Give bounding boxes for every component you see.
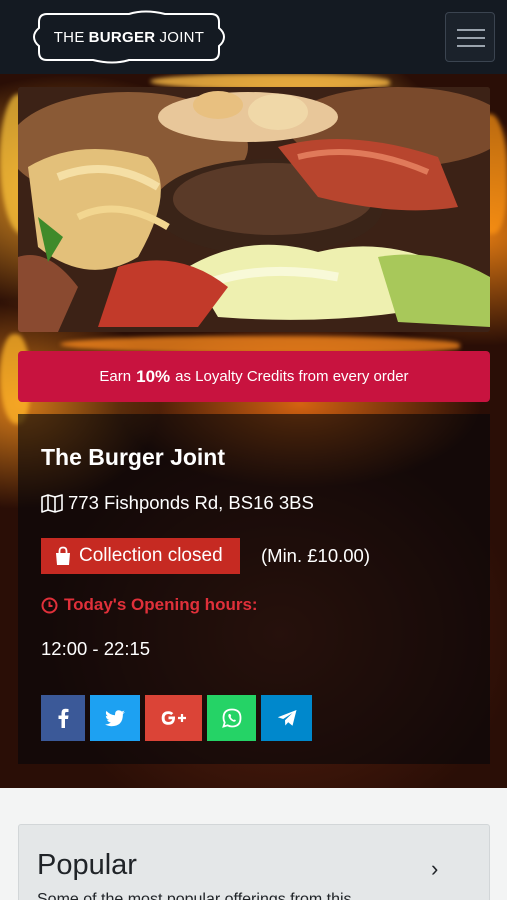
chevron-right-icon[interactable]: › — [431, 856, 438, 882]
restaurant-info-panel: The Burger Joint 773 Fishponds Rd, BS16 … — [18, 414, 490, 764]
opening-hours-title: Today's Opening hours: — [41, 595, 258, 615]
popular-section-card[interactable]: Popular › Some of the most popular offer… — [18, 824, 490, 900]
navbar: THE BURGER JOINT — [0, 0, 507, 74]
facebook-share-button[interactable] — [41, 695, 85, 741]
twitter-share-button[interactable] — [90, 695, 140, 741]
logo-text: THE BURGER JOINT — [33, 8, 225, 66]
hamburger-menu-icon — [457, 29, 485, 31]
map-icon — [41, 493, 63, 513]
loyalty-suffix: as Loyalty Credits from every order — [175, 368, 409, 385]
logo-prefix: THE — [53, 28, 85, 46]
address-text: 773 Fishponds Rd, BS16 3BS — [68, 492, 314, 513]
twitter-icon — [105, 709, 125, 726]
status-badge: Collection closed — [41, 538, 240, 574]
google-plus-share-button[interactable] — [145, 695, 202, 741]
burger-illustration — [18, 87, 490, 332]
clock-icon — [41, 597, 58, 613]
hamburger-menu-button[interactable] — [445, 12, 495, 62]
hero-section: Earn 10% as Loyalty Credits from every o… — [0, 74, 507, 788]
loyalty-banner[interactable]: Earn 10% as Loyalty Credits from every o… — [18, 351, 490, 402]
restaurant-name: The Burger Joint — [41, 444, 226, 470]
burger-image — [18, 87, 490, 332]
logo-bold: BURGER — [88, 28, 156, 46]
loyalty-prefix: Earn — [99, 368, 132, 385]
whatsapp-icon — [221, 708, 241, 728]
telegram-share-button[interactable] — [261, 695, 312, 741]
shopping-bag-icon — [56, 546, 70, 565]
status-text: Collection closed — [79, 545, 223, 566]
hamburger-menu-icon-bar — [457, 45, 485, 47]
min-order: (Min. £10.00) — [261, 545, 370, 566]
loyalty-percent: 10% — [136, 366, 171, 386]
telegram-icon — [277, 710, 296, 726]
opening-hours: 12:00 - 22:15 — [41, 638, 151, 659]
restaurant-address: 773 Fishponds Rd, BS16 3BS — [41, 492, 314, 514]
popular-description: Some of the most popular offerings from … — [37, 891, 352, 900]
hamburger-menu-icon-bar — [457, 37, 485, 39]
google-plus-icon — [161, 711, 186, 725]
logo-suffix: JOINT — [159, 28, 205, 46]
facebook-icon — [58, 708, 69, 728]
logo[interactable]: THE BURGER JOINT — [33, 8, 225, 66]
popular-title: Popular — [37, 849, 137, 881]
hours-title-text: Today's Opening hours: — [64, 595, 258, 614]
whatsapp-share-button[interactable] — [207, 695, 256, 741]
